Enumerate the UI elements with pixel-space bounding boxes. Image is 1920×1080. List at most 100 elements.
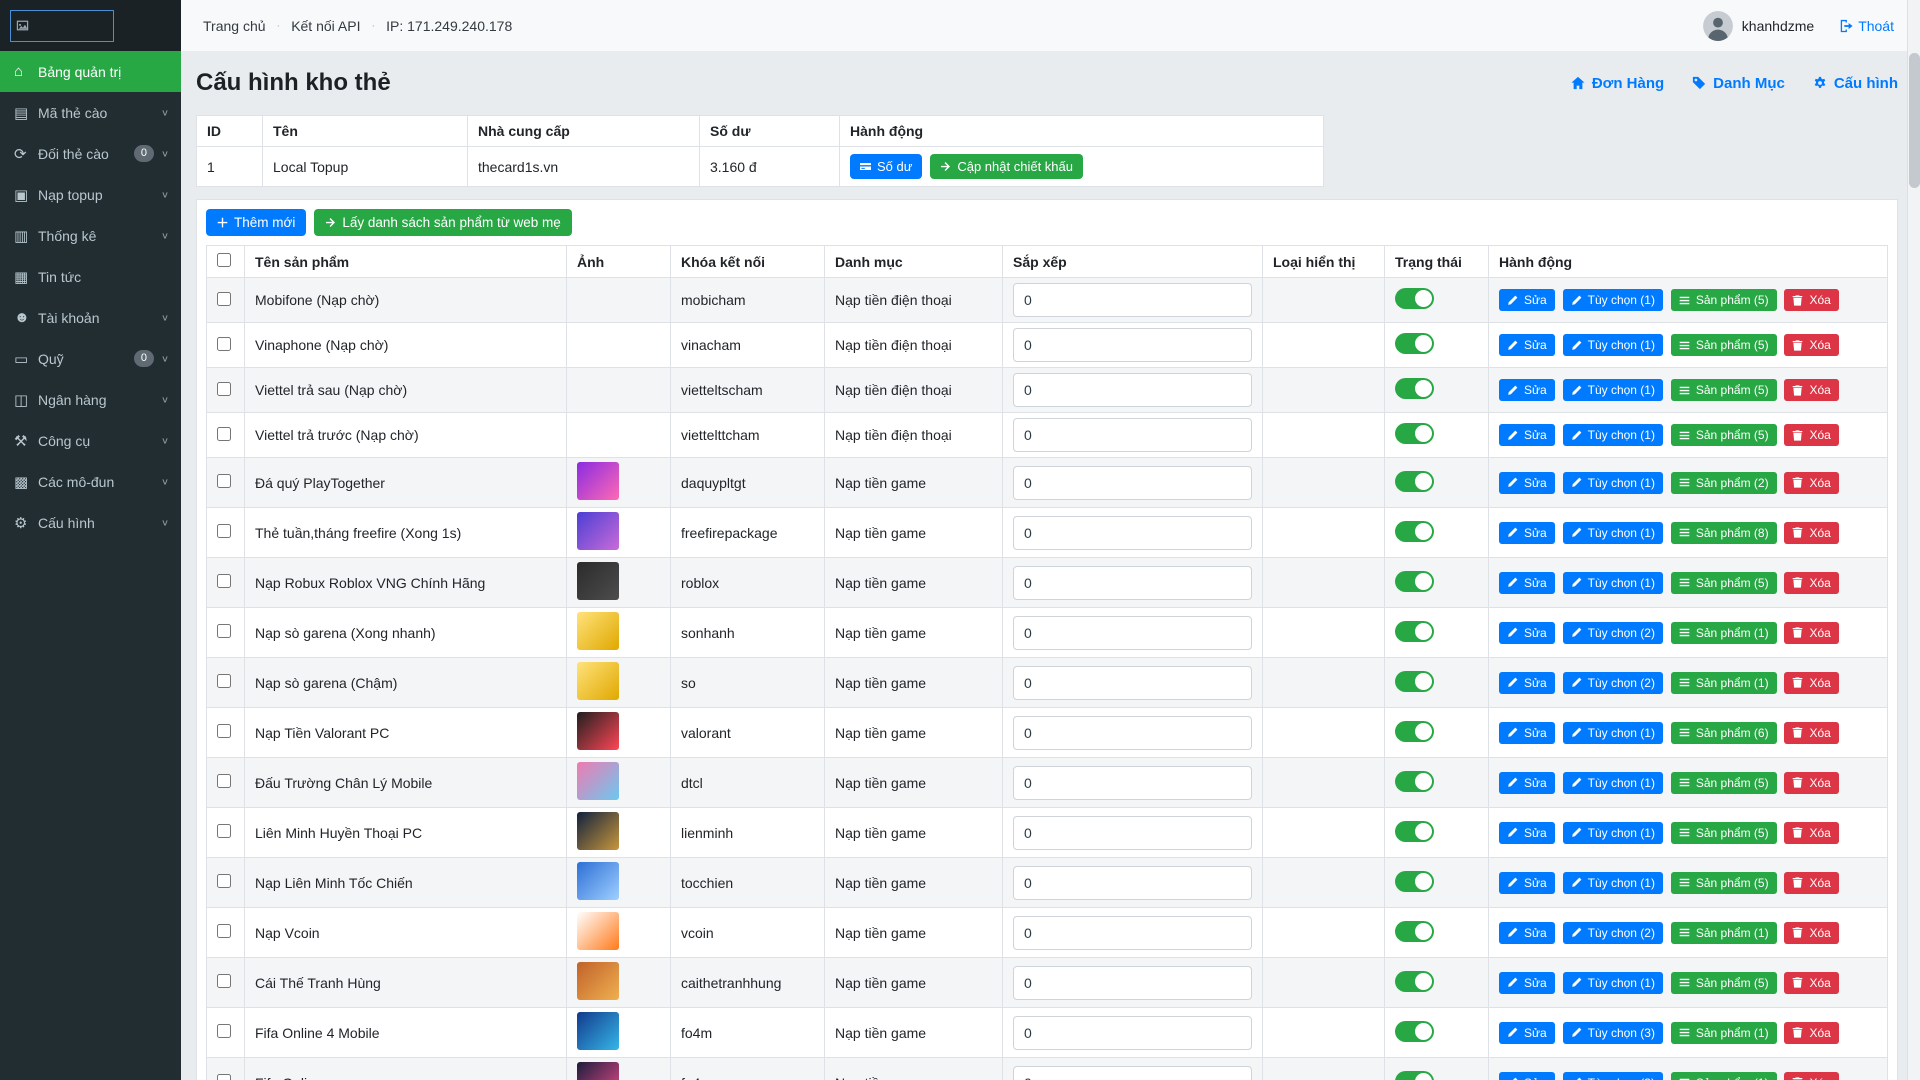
options-button[interactable]: Tùy chọn (1) — [1563, 722, 1663, 744]
sidebar-item-modules[interactable]: ▩ Các mô-đun ∨ — [0, 461, 181, 502]
edit-button[interactable]: Sửa — [1499, 972, 1555, 994]
delete-button[interactable]: Xóa — [1784, 672, 1838, 694]
sort-input[interactable] — [1013, 766, 1252, 800]
sidebar-item-stats[interactable]: ▥ Thống kê ∨ — [0, 215, 181, 256]
delete-button[interactable]: Xóa — [1784, 772, 1838, 794]
delete-button[interactable]: Xóa — [1784, 722, 1838, 744]
sort-input[interactable] — [1013, 1016, 1252, 1050]
delete-button[interactable]: Xóa — [1784, 922, 1838, 944]
options-button[interactable]: Tùy chọn (1) — [1563, 772, 1663, 794]
products-button[interactable]: Sản phẩm (2) — [1671, 472, 1777, 494]
delete-button[interactable]: Xóa — [1784, 572, 1838, 594]
row-checkbox[interactable] — [217, 774, 231, 788]
options-button[interactable]: Tùy chọn (3) — [1563, 1072, 1663, 1080]
scrollbar-thumb[interactable] — [1909, 53, 1920, 188]
status-toggle[interactable] — [1395, 423, 1434, 444]
edit-button[interactable]: Sửa — [1499, 922, 1555, 944]
row-checkbox[interactable] — [217, 337, 231, 351]
row-checkbox[interactable] — [217, 724, 231, 738]
fetch-products-button[interactable]: Lấy danh sách sản phẩm từ web mẹ — [314, 209, 571, 236]
options-button[interactable]: Tùy chọn (2) — [1563, 672, 1663, 694]
edit-button[interactable]: Sửa — [1499, 672, 1555, 694]
options-button[interactable]: Tùy chọn (1) — [1563, 334, 1663, 356]
options-button[interactable]: Tùy chọn (1) — [1563, 972, 1663, 994]
sidebar-item-exchange-cards[interactable]: ⟳ Đối thẻ cào 0 ∨ — [0, 133, 181, 174]
status-toggle[interactable] — [1395, 671, 1434, 692]
options-button[interactable]: Tùy chọn (1) — [1563, 522, 1663, 544]
status-toggle[interactable] — [1395, 521, 1434, 542]
options-button[interactable]: Tùy chọn (1) — [1563, 424, 1663, 446]
products-button[interactable]: Sản phẩm (6) — [1671, 722, 1777, 744]
status-toggle[interactable] — [1395, 621, 1434, 642]
status-toggle[interactable] — [1395, 971, 1434, 992]
orders-link[interactable]: Đơn Hàng — [1571, 75, 1664, 92]
products-button[interactable]: Sản phẩm (1) — [1671, 622, 1777, 644]
row-checkbox[interactable] — [217, 524, 231, 538]
products-button[interactable]: Sản phẩm (5) — [1671, 289, 1777, 311]
delete-button[interactable]: Xóa — [1784, 1072, 1838, 1080]
options-button[interactable]: Tùy chọn (1) — [1563, 572, 1663, 594]
options-button[interactable]: Tùy chọn (2) — [1563, 622, 1663, 644]
delete-button[interactable]: Xóa — [1784, 379, 1838, 401]
balance-button[interactable]: Số dư — [850, 154, 922, 179]
edit-button[interactable]: Sửa — [1499, 872, 1555, 894]
row-checkbox[interactable] — [217, 474, 231, 488]
categories-link[interactable]: Danh Mục — [1692, 75, 1785, 92]
sidebar-item-banks[interactable]: ◫ Ngân hàng ∨ — [0, 379, 181, 420]
status-toggle[interactable] — [1395, 288, 1434, 309]
products-button[interactable]: Sản phẩm (5) — [1671, 334, 1777, 356]
logo-area[interactable] — [0, 0, 181, 51]
breadcrumb-home[interactable]: Trang chủ — [203, 18, 266, 34]
options-button[interactable]: Tùy chọn (1) — [1563, 289, 1663, 311]
sidebar-item-card-codes[interactable]: ▤ Mã thẻ cào ∨ — [0, 92, 181, 133]
products-button[interactable]: Sản phẩm (8) — [1671, 522, 1777, 544]
sort-input[interactable] — [1013, 566, 1252, 600]
delete-button[interactable]: Xóa — [1784, 522, 1838, 544]
row-checkbox[interactable] — [217, 1024, 231, 1038]
sort-input[interactable] — [1013, 328, 1252, 362]
sort-input[interactable] — [1013, 816, 1252, 850]
sidebar-item-config[interactable]: ⚙ Cấu hình ∨ — [0, 502, 181, 543]
username[interactable]: khanhdzme — [1742, 18, 1814, 34]
sidebar-item-funds[interactable]: ▭ Quỹ 0 ∨ — [0, 338, 181, 379]
delete-button[interactable]: Xóa — [1784, 622, 1838, 644]
logout-link[interactable]: Thoát — [1839, 18, 1894, 34]
row-checkbox[interactable] — [217, 924, 231, 938]
row-checkbox[interactable] — [217, 874, 231, 888]
sidebar-item-accounts[interactable]: ☻ Tài khoản ∨ — [0, 297, 181, 338]
delete-button[interactable]: Xóa — [1784, 289, 1838, 311]
status-toggle[interactable] — [1395, 821, 1434, 842]
edit-button[interactable]: Sửa — [1499, 822, 1555, 844]
avatar[interactable] — [1703, 11, 1733, 41]
options-button[interactable]: Tùy chọn (1) — [1563, 822, 1663, 844]
products-button[interactable]: Sản phẩm (1) — [1671, 1072, 1777, 1080]
products-button[interactable]: Sản phẩm (5) — [1671, 972, 1777, 994]
update-discount-button[interactable]: Cập nhật chiết khấu — [930, 154, 1083, 179]
select-all-checkbox[interactable] — [217, 253, 231, 267]
sort-input[interactable] — [1013, 616, 1252, 650]
delete-button[interactable]: Xóa — [1784, 972, 1838, 994]
sort-input[interactable] — [1013, 666, 1252, 700]
products-button[interactable]: Sản phẩm (1) — [1671, 922, 1777, 944]
status-toggle[interactable] — [1395, 571, 1434, 592]
status-toggle[interactable] — [1395, 378, 1434, 399]
products-button[interactable]: Sản phẩm (5) — [1671, 572, 1777, 594]
config-link[interactable]: Cấu hình — [1813, 75, 1898, 92]
status-toggle[interactable] — [1395, 871, 1434, 892]
edit-button[interactable]: Sửa — [1499, 334, 1555, 356]
sort-input[interactable] — [1013, 466, 1252, 500]
add-new-button[interactable]: Thêm mới — [206, 209, 306, 236]
status-toggle[interactable] — [1395, 721, 1434, 742]
products-button[interactable]: Sản phẩm (5) — [1671, 822, 1777, 844]
options-button[interactable]: Tùy chọn (3) — [1563, 1022, 1663, 1044]
options-button[interactable]: Tùy chọn (1) — [1563, 872, 1663, 894]
sort-input[interactable] — [1013, 1066, 1252, 1080]
sort-input[interactable] — [1013, 716, 1252, 750]
status-toggle[interactable] — [1395, 333, 1434, 354]
sidebar-item-topup[interactable]: ▣ Nạp topup ∨ — [0, 174, 181, 215]
delete-button[interactable]: Xóa — [1784, 1022, 1838, 1044]
edit-button[interactable]: Sửa — [1499, 522, 1555, 544]
sort-input[interactable] — [1013, 516, 1252, 550]
status-toggle[interactable] — [1395, 771, 1434, 792]
delete-button[interactable]: Xóa — [1784, 872, 1838, 894]
